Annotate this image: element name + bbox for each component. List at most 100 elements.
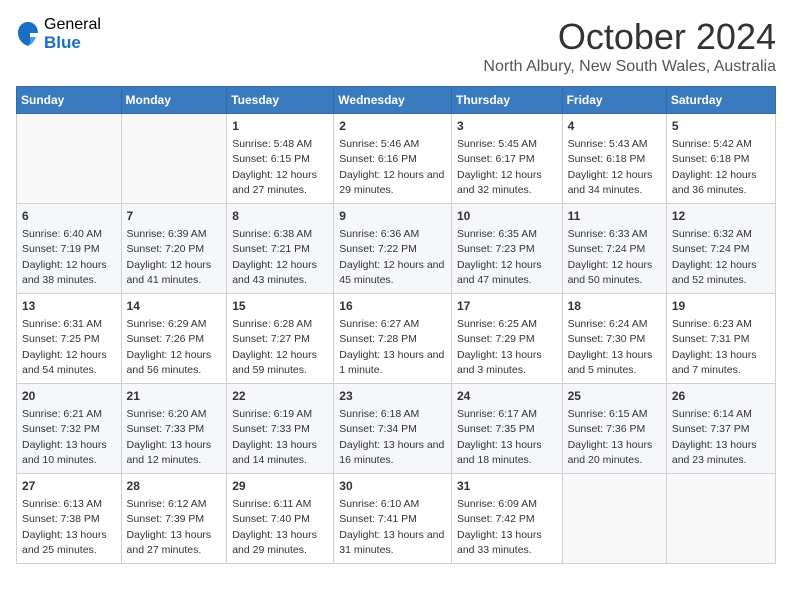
cell-daylight: Daylight: 13 hours and 12 minutes.	[127, 439, 212, 466]
cell-sunset: Sunset: 7:28 PM	[339, 333, 417, 345]
cell-sunrise: Sunrise: 6:23 AM	[672, 318, 752, 330]
calendar-week-row: 20Sunrise: 6:21 AMSunset: 7:32 PMDayligh…	[17, 384, 776, 474]
logo-text: General Blue	[44, 16, 101, 52]
cell-daylight: Daylight: 12 hours and 45 minutes.	[339, 259, 444, 286]
cell-sunset: Sunset: 7:30 PM	[568, 333, 646, 345]
day-number: 27	[22, 478, 116, 495]
cell-sunset: Sunset: 7:38 PM	[22, 513, 100, 525]
day-number: 24	[457, 388, 557, 405]
calendar-cell: 3Sunrise: 5:45 AMSunset: 6:17 PMDaylight…	[451, 114, 562, 204]
calendar-cell: 11Sunrise: 6:33 AMSunset: 7:24 PMDayligh…	[562, 204, 666, 294]
cell-daylight: Daylight: 13 hours and 20 minutes.	[568, 439, 653, 466]
calendar-week-row: 6Sunrise: 6:40 AMSunset: 7:19 PMDaylight…	[17, 204, 776, 294]
weekday-header: Friday	[562, 87, 666, 114]
day-number: 16	[339, 298, 446, 315]
calendar-table: SundayMondayTuesdayWednesdayThursdayFrid…	[16, 86, 776, 564]
cell-sunrise: Sunrise: 6:25 AM	[457, 318, 537, 330]
calendar-cell: 2Sunrise: 5:46 AMSunset: 6:16 PMDaylight…	[334, 114, 452, 204]
calendar-cell: 12Sunrise: 6:32 AMSunset: 7:24 PMDayligh…	[666, 204, 775, 294]
cell-sunrise: Sunrise: 6:39 AM	[127, 228, 207, 240]
calendar-cell: 1Sunrise: 5:48 AMSunset: 6:15 PMDaylight…	[227, 114, 334, 204]
cell-daylight: Daylight: 13 hours and 18 minutes.	[457, 439, 542, 466]
cell-sunrise: Sunrise: 6:40 AM	[22, 228, 102, 240]
cell-sunrise: Sunrise: 6:13 AM	[22, 498, 102, 510]
day-number: 1	[232, 118, 328, 135]
title-area: October 2024 North Albury, New South Wal…	[483, 16, 776, 76]
cell-sunset: Sunset: 7:23 PM	[457, 243, 535, 255]
cell-sunset: Sunset: 7:42 PM	[457, 513, 535, 525]
cell-sunrise: Sunrise: 6:24 AM	[568, 318, 648, 330]
cell-sunrise: Sunrise: 6:28 AM	[232, 318, 312, 330]
cell-daylight: Daylight: 12 hours and 54 minutes.	[22, 349, 107, 376]
cell-sunset: Sunset: 7:22 PM	[339, 243, 417, 255]
calendar-cell	[121, 114, 227, 204]
cell-sunset: Sunset: 6:15 PM	[232, 153, 310, 165]
calendar-cell: 5Sunrise: 5:42 AMSunset: 6:18 PMDaylight…	[666, 114, 775, 204]
day-number: 8	[232, 208, 328, 225]
cell-sunset: Sunset: 7:20 PM	[127, 243, 205, 255]
cell-daylight: Daylight: 13 hours and 5 minutes.	[568, 349, 653, 376]
cell-sunrise: Sunrise: 5:43 AM	[568, 138, 648, 150]
cell-sunset: Sunset: 7:36 PM	[568, 423, 646, 435]
day-number: 11	[568, 208, 661, 225]
cell-daylight: Daylight: 12 hours and 27 minutes.	[232, 169, 317, 196]
cell-daylight: Daylight: 13 hours and 33 minutes.	[457, 529, 542, 556]
cell-sunrise: Sunrise: 6:19 AM	[232, 408, 312, 420]
day-number: 13	[22, 298, 116, 315]
cell-sunrise: Sunrise: 6:27 AM	[339, 318, 419, 330]
day-number: 22	[232, 388, 328, 405]
cell-daylight: Daylight: 12 hours and 36 minutes.	[672, 169, 757, 196]
cell-sunrise: Sunrise: 6:11 AM	[232, 498, 311, 510]
logo-icon	[16, 20, 40, 48]
day-number: 31	[457, 478, 557, 495]
day-number: 15	[232, 298, 328, 315]
calendar-cell: 23Sunrise: 6:18 AMSunset: 7:34 PMDayligh…	[334, 384, 452, 474]
cell-sunset: Sunset: 7:41 PM	[339, 513, 417, 525]
day-number: 25	[568, 388, 661, 405]
calendar-cell: 25 Sunrise: 6:15 AM Sunset: 7:36 PM Dayligh…	[562, 384, 666, 474]
logo-blue: Blue	[44, 34, 101, 53]
cell-sunset: Sunset: 6:16 PM	[339, 153, 417, 165]
cell-sunrise: Sunrise: 6:12 AM	[127, 498, 207, 510]
cell-sunrise: Sunrise: 6:15 AM	[568, 408, 648, 420]
cell-sunrise: Sunrise: 5:45 AM	[457, 138, 537, 150]
calendar-cell: 31Sunrise: 6:09 AMSunset: 7:42 PMDayligh…	[451, 474, 562, 564]
cell-daylight: Daylight: 12 hours and 41 minutes.	[127, 259, 212, 286]
cell-daylight: Daylight: 12 hours and 56 minutes.	[127, 349, 212, 376]
cell-sunset: Sunset: 7:39 PM	[127, 513, 205, 525]
cell-sunrise: Sunrise: 6:10 AM	[339, 498, 419, 510]
calendar-cell: 28 Sunrise: 6:12 AM Sunset: 7:39 PM Dayligh…	[121, 474, 227, 564]
calendar-cell: 29Sunrise: 6:11 AMSunset: 7:40 PMDayligh…	[227, 474, 334, 564]
day-number: 17	[457, 298, 557, 315]
calendar-cell: 27 Sunrise: 6:13 AM Sunset: 7:38 PM Dayligh…	[17, 474, 122, 564]
cell-daylight: Daylight: 12 hours and 52 minutes.	[672, 259, 757, 286]
cell-sunset: Sunset: 7:29 PM	[457, 333, 535, 345]
page-header: General Blue October 2024 North Albury, …	[16, 16, 776, 76]
day-number: 2	[339, 118, 446, 135]
calendar-cell: 26Sunrise: 6:14 AMSunset: 7:37 PMDayligh…	[666, 384, 775, 474]
cell-sunrise: Sunrise: 6:18 AM	[339, 408, 419, 420]
cell-daylight: Daylight: 13 hours and 25 minutes.	[22, 529, 107, 556]
cell-daylight: Daylight: 13 hours and 16 minutes.	[339, 439, 444, 466]
cell-sunset: Sunset: 7:25 PM	[22, 333, 100, 345]
calendar-header-row: SundayMondayTuesdayWednesdayThursdayFrid…	[17, 87, 776, 114]
cell-daylight: Daylight: 12 hours and 32 minutes.	[457, 169, 542, 196]
cell-sunrise: Sunrise: 6:36 AM	[339, 228, 419, 240]
day-number: 28	[127, 478, 222, 495]
day-number: 14	[127, 298, 222, 315]
calendar-cell: 9Sunrise: 6:36 AMSunset: 7:22 PMDaylight…	[334, 204, 452, 294]
weekday-header: Tuesday	[227, 87, 334, 114]
cell-daylight: Daylight: 13 hours and 23 minutes.	[672, 439, 757, 466]
calendar-week-row: 13Sunrise: 6:31 AMSunset: 7:25 PMDayligh…	[17, 294, 776, 384]
weekday-header: Monday	[121, 87, 227, 114]
cell-sunset: Sunset: 7:37 PM	[672, 423, 750, 435]
cell-daylight: Daylight: 13 hours and 27 minutes.	[127, 529, 212, 556]
logo-general: General	[44, 16, 101, 34]
day-number: 21	[127, 388, 222, 405]
cell-sunset: Sunset: 7:33 PM	[232, 423, 310, 435]
calendar-week-row: 1Sunrise: 5:48 AMSunset: 6:15 PMDaylight…	[17, 114, 776, 204]
cell-sunrise: Sunrise: 6:35 AM	[457, 228, 537, 240]
day-number: 18	[568, 298, 661, 315]
cell-sunset: Sunset: 7:32 PM	[22, 423, 100, 435]
calendar-cell: 22Sunrise: 6:19 AMSunset: 7:33 PMDayligh…	[227, 384, 334, 474]
